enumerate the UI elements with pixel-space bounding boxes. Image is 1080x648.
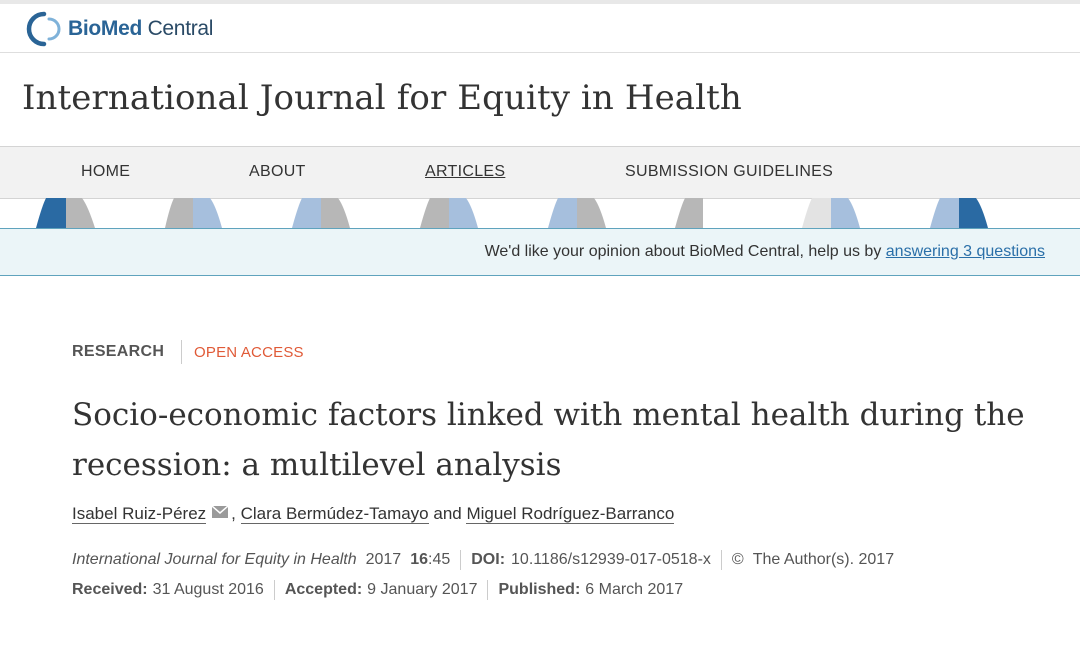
logo-bar: BioMed Central bbox=[0, 4, 1080, 53]
received-label: Received: bbox=[72, 581, 148, 598]
author-list: Isabel Ruiz-Pérez, Clara Bermúdez-Tamayo… bbox=[72, 503, 675, 525]
deco-shape bbox=[292, 198, 321, 228]
open-access-badge: OPEN ACCESS bbox=[194, 344, 304, 361]
divider bbox=[487, 580, 489, 600]
doi-value[interactable]: 10.1186/s12939-017-0518-x bbox=[511, 551, 711, 569]
published-date: 6 March 2017 bbox=[585, 581, 684, 598]
received-date: 31 August 2016 bbox=[152, 581, 264, 598]
divider bbox=[460, 550, 462, 570]
deco-shape bbox=[66, 198, 95, 228]
deco-shape bbox=[802, 198, 831, 228]
author-link[interactable]: Isabel Ruiz-Pérez bbox=[72, 504, 207, 524]
deco-shape bbox=[577, 198, 606, 228]
citation-volume: 16 bbox=[410, 551, 428, 568]
citation-line: International Journal for Equity in Heal… bbox=[72, 550, 894, 570]
divider bbox=[273, 580, 275, 600]
citation-year: 2017 bbox=[365, 551, 402, 568]
logo-text-central: Central bbox=[142, 17, 214, 40]
article-title: Socio-economic factors linked with menta… bbox=[72, 397, 1025, 483]
copyright-text: The Author(s). 2017 bbox=[752, 551, 895, 568]
logo-text-biomed: BioMed bbox=[68, 17, 143, 40]
deco-shape bbox=[831, 198, 860, 228]
deco-shape bbox=[165, 198, 193, 228]
envelope-icon[interactable] bbox=[211, 503, 229, 523]
published-label: Published: bbox=[498, 581, 581, 598]
divider bbox=[720, 550, 722, 570]
deco-shape bbox=[930, 198, 959, 228]
author-conjunction: and bbox=[428, 504, 467, 523]
deco-shape bbox=[321, 198, 350, 228]
dates-line: Received: 31 August 2016 Accepted: 9 Jan… bbox=[72, 580, 683, 600]
article-type-label: RESEARCH bbox=[72, 343, 165, 360]
nav-home[interactable]: HOME bbox=[81, 163, 130, 181]
citation-journal: International Journal for Equity in Heal… bbox=[72, 551, 357, 568]
copyright-icon: © bbox=[731, 551, 744, 568]
nav-about[interactable]: ABOUT bbox=[249, 163, 306, 181]
feedback-banner-message: We'd like your opinion about BioMed Cent… bbox=[484, 243, 886, 260]
divider bbox=[181, 340, 182, 364]
accepted-date: 9 January 2017 bbox=[367, 581, 478, 598]
author-link[interactable]: Clara Bermúdez-Tamayo bbox=[240, 504, 429, 524]
deco-shape bbox=[548, 198, 577, 228]
biomed-central-logo[interactable]: BioMed Central bbox=[22, 10, 213, 48]
logo-text: BioMed Central bbox=[68, 17, 213, 41]
journal-title[interactable]: International Journal for Equity in Heal… bbox=[22, 78, 742, 118]
author-separator: , bbox=[231, 504, 241, 523]
deco-shape bbox=[36, 198, 66, 228]
deco-shape bbox=[959, 198, 988, 228]
nav-submission-guidelines[interactable]: SUBMISSION GUIDELINES bbox=[625, 163, 833, 181]
main-nav: HOME ABOUT ARTICLES SUBMISSION GUIDELINE… bbox=[0, 146, 1080, 199]
deco-shape bbox=[449, 198, 478, 228]
deco-shape bbox=[420, 198, 449, 228]
feedback-survey-link[interactable]: answering 3 questions bbox=[886, 243, 1045, 260]
deco-shape bbox=[193, 198, 222, 228]
decorative-header-pattern bbox=[36, 198, 988, 228]
author-link[interactable]: Miguel Rodríguez-Barranco bbox=[466, 504, 675, 524]
nav-articles[interactable]: ARTICLES bbox=[425, 163, 505, 181]
deco-shape bbox=[675, 198, 703, 228]
doi-label: DOI: bbox=[471, 551, 506, 568]
accepted-label: Accepted: bbox=[284, 581, 363, 598]
biomed-central-logo-icon bbox=[26, 11, 61, 47]
feedback-banner-text: We'd like your opinion about BioMed Cent… bbox=[485, 243, 1045, 261]
feedback-banner: We'd like your opinion about BioMed Cent… bbox=[0, 228, 1080, 276]
citation-article-number: :45 bbox=[428, 551, 451, 568]
